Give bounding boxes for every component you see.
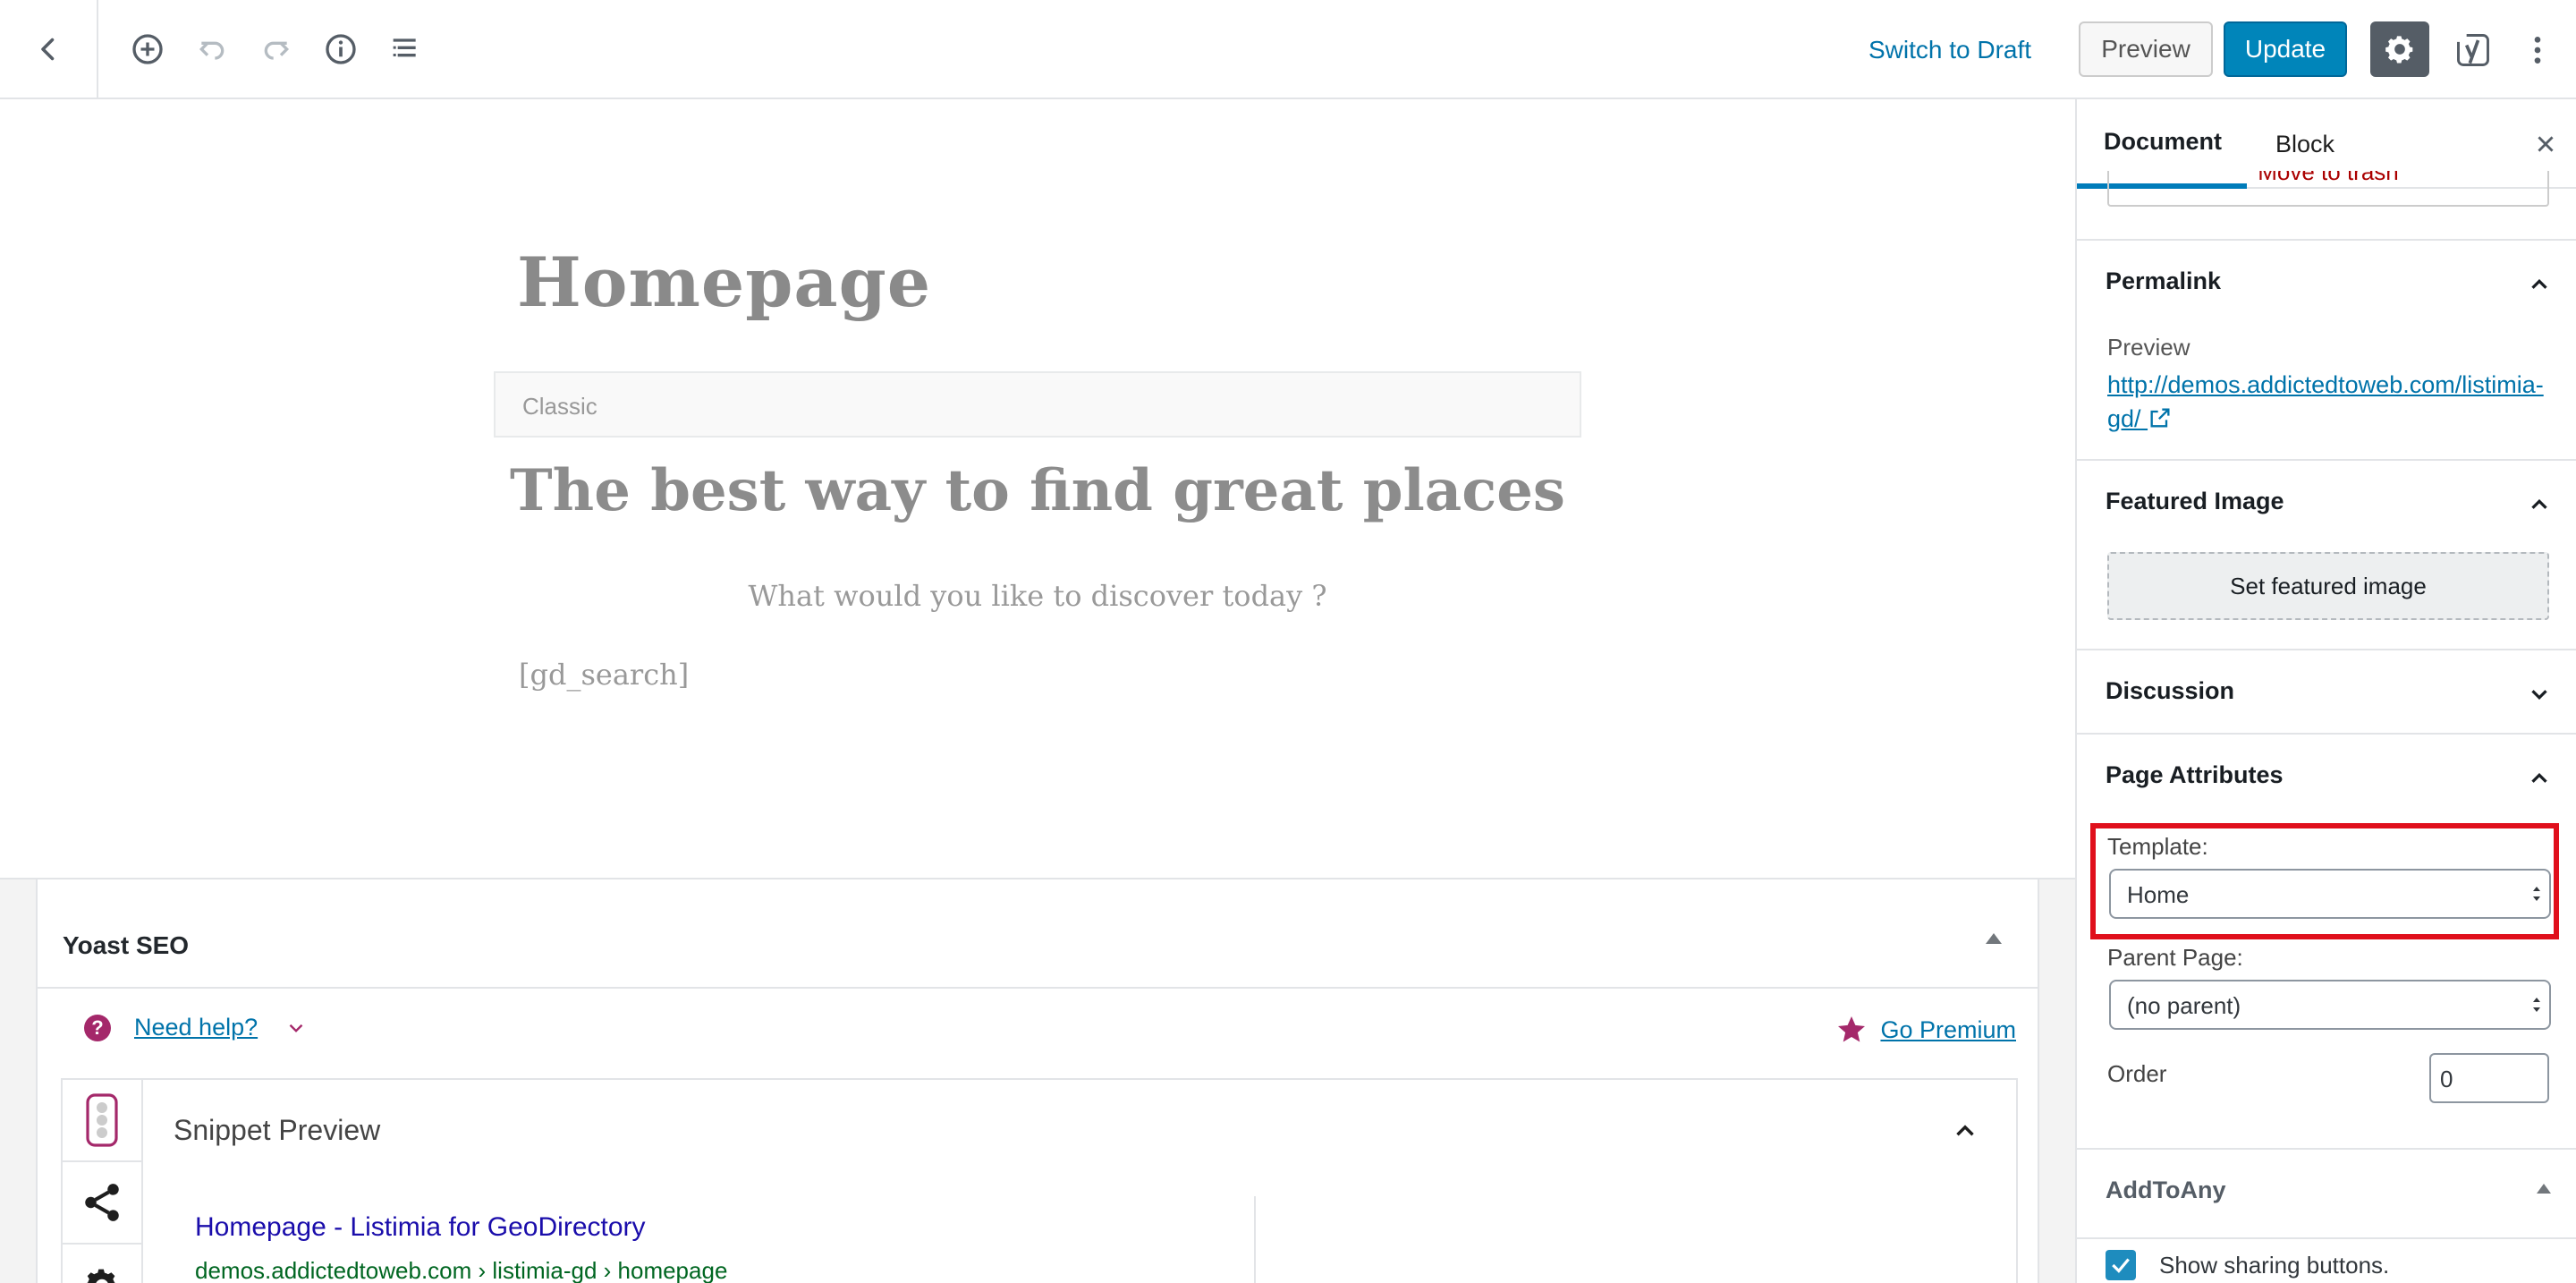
snippet-card: Homepage - Listimia for GeoDirectory dem… bbox=[174, 1196, 1256, 1283]
settings-sidebar: Document Block Move to trash Permalink P… bbox=[2075, 99, 2576, 1283]
gear-icon bbox=[86, 1269, 116, 1283]
switch-to-draft-button[interactable]: Switch to Draft bbox=[1843, 25, 2057, 75]
permalink-panel: Permalink Preview http://demos.addictedt… bbox=[2077, 239, 2576, 459]
more-menu-button[interactable] bbox=[2515, 25, 2560, 75]
yoast-metabox-header[interactable]: Yoast SEO bbox=[38, 879, 2038, 989]
permalink-url-link[interactable]: http://demos.addictedtoweb.com/listimia-… bbox=[2107, 368, 2549, 436]
preview-button[interactable]: Preview bbox=[2079, 21, 2213, 77]
star-icon bbox=[1838, 1016, 1866, 1042]
close-sidebar-button[interactable] bbox=[2528, 126, 2563, 162]
need-help-link[interactable]: Need help? bbox=[134, 1014, 258, 1041]
parent-page-select-value: (no parent) bbox=[2127, 992, 2241, 1019]
show-sharing-checkbox[interactable] bbox=[2106, 1250, 2136, 1280]
block-navigation-button[interactable] bbox=[383, 27, 428, 72]
snippet-preview-panel: Snippet Preview Homepage - Listimia for … bbox=[61, 1078, 2018, 1283]
post-title[interactable]: Homepage bbox=[517, 242, 931, 322]
more-vertical-icon bbox=[2534, 37, 2541, 64]
external-link-icon bbox=[2150, 408, 2170, 428]
editor-canvas: Homepage Classic The best way to find gr… bbox=[0, 99, 2075, 878]
chevron-up-icon[interactable] bbox=[2526, 491, 2553, 518]
chevron-down-icon[interactable] bbox=[2526, 681, 2553, 708]
settings-button[interactable] bbox=[2370, 21, 2429, 77]
addtoany-title[interactable]: AddToAny bbox=[2106, 1177, 2225, 1204]
go-premium-label: Go Premium bbox=[1880, 1015, 2016, 1043]
go-premium-link[interactable]: Go Premium bbox=[1835, 1014, 2016, 1046]
addtoany-options: Show sharing buttons. bbox=[2077, 1237, 2576, 1283]
order-input-value: 0 bbox=[2440, 1066, 2453, 1092]
snippet-side-tabs bbox=[63, 1080, 143, 1283]
page-attributes-title[interactable]: Page Attributes bbox=[2106, 761, 2284, 789]
chevron-up-icon[interactable] bbox=[2526, 765, 2553, 792]
show-sharing-label: Show sharing buttons. bbox=[2159, 1252, 2390, 1279]
redo-icon bbox=[264, 41, 290, 60]
featured-image-panel: Featured Image Set featured image bbox=[2077, 459, 2576, 649]
classic-block-toolbar[interactable]: Classic bbox=[494, 371, 1581, 438]
order-input[interactable]: 0 bbox=[2429, 1053, 2549, 1103]
discussion-panel: Discussion bbox=[2077, 649, 2576, 733]
chevron-up-icon[interactable] bbox=[2526, 271, 2553, 298]
back-button[interactable] bbox=[0, 0, 98, 98]
snippet-seo-title[interactable]: Homepage - Listimia for GeoDirectory bbox=[195, 1212, 646, 1243]
move-to-trash-button[interactable]: Move to trash bbox=[2107, 171, 2549, 207]
close-icon bbox=[2538, 136, 2554, 152]
advanced-tab[interactable] bbox=[63, 1245, 141, 1283]
select-arrows-icon bbox=[2533, 998, 2540, 1012]
question-icon: ? bbox=[84, 1014, 111, 1041]
list-icon bbox=[393, 38, 416, 57]
permalink-title[interactable]: Permalink bbox=[2106, 268, 2221, 295]
yoast-sidebar-button[interactable] bbox=[2451, 25, 2496, 75]
top-toolbar: Switch to Draft Preview Update bbox=[0, 0, 2576, 99]
update-button[interactable]: Update bbox=[2224, 21, 2347, 77]
add-block-button[interactable] bbox=[125, 27, 170, 72]
yoast-seo-metabox: Yoast SEO ? Need help? Go Premium Snippe… bbox=[36, 879, 2039, 1283]
undo-icon bbox=[199, 41, 225, 60]
chevron-up-icon[interactable] bbox=[1950, 1116, 1980, 1146]
content-subheading[interactable]: What would you like to discover today ? bbox=[494, 579, 1581, 613]
parent-page-select[interactable]: (no parent) bbox=[2109, 980, 2551, 1030]
order-label: Order bbox=[2107, 1060, 2167, 1087]
content-heading[interactable]: The best way to find great places bbox=[494, 457, 1581, 524]
chevron-down-icon[interactable] bbox=[284, 1016, 308, 1040]
discussion-title[interactable]: Discussion bbox=[2106, 677, 2234, 705]
redo-button[interactable] bbox=[254, 27, 299, 72]
permalink-url: http://demos.addictedtoweb.com/listimia-… bbox=[2107, 371, 2544, 432]
info-icon bbox=[326, 34, 356, 64]
permalink-preview-label: Preview bbox=[2107, 334, 2190, 361]
snippet-url[interactable]: demos.addictedtoweb.com › listimia-gd › … bbox=[195, 1257, 727, 1283]
featured-image-title[interactable]: Featured Image bbox=[2106, 488, 2284, 515]
move-to-trash-label: Move to trash bbox=[2258, 171, 2399, 185]
parent-page-label: Parent Page: bbox=[2107, 944, 2243, 971]
metabox-area: Yoast SEO ? Need help? Go Premium Snippe… bbox=[0, 878, 2075, 1283]
gear-icon bbox=[2385, 36, 2413, 64]
checkmark-icon bbox=[2112, 1258, 2130, 1273]
shortcode-text[interactable]: [gd_search] bbox=[519, 658, 689, 692]
plus-circle-icon bbox=[132, 34, 163, 64]
undo-button[interactable] bbox=[190, 27, 234, 72]
addtoany-panel: AddToAny bbox=[2077, 1148, 2576, 1237]
readability-tab[interactable] bbox=[63, 1080, 141, 1162]
snippet-preview-title: Snippet Preview bbox=[174, 1114, 381, 1146]
social-tab[interactable] bbox=[63, 1162, 141, 1245]
page-attributes-panel: Page Attributes Template: Home Parent Pa… bbox=[2077, 733, 2576, 1148]
yoast-metabox-title: Yoast SEO bbox=[63, 931, 190, 959]
collapse-triangle-icon[interactable] bbox=[2537, 1184, 2551, 1194]
template-highlight-box bbox=[2090, 823, 2559, 939]
help-row: ? Need help? bbox=[84, 1014, 308, 1041]
chevron-left-icon bbox=[41, 38, 55, 61]
traffic-light-icon bbox=[86, 1093, 118, 1147]
collapse-triangle-icon[interactable] bbox=[1986, 933, 2002, 944]
content-info-button[interactable] bbox=[318, 27, 363, 72]
yoast-icon bbox=[2457, 34, 2489, 66]
share-icon bbox=[85, 1184, 119, 1221]
set-featured-image-button[interactable]: Set featured image bbox=[2107, 552, 2549, 620]
classic-block-label: Classic bbox=[522, 393, 597, 420]
